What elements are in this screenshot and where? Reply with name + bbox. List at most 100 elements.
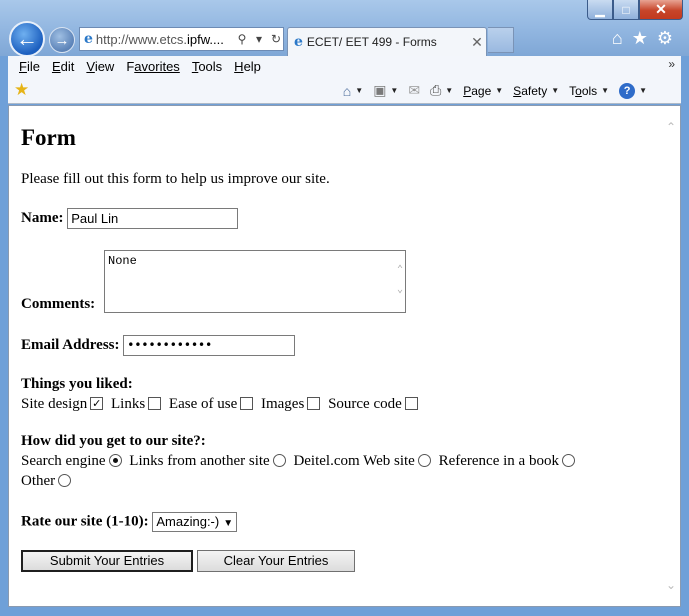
gear-icon[interactable]: ⚙ <box>657 28 673 49</box>
vertical-scrollbar[interactable]: ⌃ ⌄ <box>663 106 680 606</box>
liked-option-label: Links <box>111 396 146 412</box>
menu-favorites[interactable]: Favorites <box>124 56 185 78</box>
address-bar[interactable]: e http://www.etcs.ipfw.... ⚲ ▾ ↻ <box>79 27 284 51</box>
comments-label: Comments: <box>21 296 96 312</box>
scroll-down-icon[interactable]: ⌄ <box>666 578 676 592</box>
rss-dropdown-icon[interactable]: ▼ <box>390 86 398 95</box>
ease-of-use-checkbox[interactable] <box>240 397 254 411</box>
tools-dropdown-icon: ▼ <box>601 86 610 95</box>
help-dropdown-icon[interactable]: ▼ <box>639 86 647 95</box>
intro-text: Please fill out this form to help us imp… <box>21 171 330 187</box>
home-icon[interactable]: ⌂ <box>612 28 623 49</box>
links-from-another-site-radio[interactable] <box>272 454 286 468</box>
how-heading-row: How did you get to our site?: <box>21 433 206 450</box>
how-option-label: Reference in a book <box>438 453 559 469</box>
toolbar-overflow-chevron[interactable]: » <box>668 57 675 71</box>
tab-forms[interactable]: e ECET/ EET 499 - Forms ✕ <box>287 27 487 56</box>
command-bar-buttons: ⌂ ▼ ▣ ▼ ✉ ⎙ ▼ Page ▼ Safety ▼ Tools ▼ ? … <box>343 82 653 99</box>
tab-close-icon[interactable]: ✕ <box>468 34 486 51</box>
back-arrow-icon: ← <box>16 26 38 51</box>
search-icon[interactable]: ⚲ <box>235 32 249 46</box>
url-prefix: http://www.etcs. <box>95 31 187 47</box>
rate-row: Rate our site (1-10): Amazing:-) ▼ <box>21 512 238 532</box>
liked-option-label: Site design <box>21 396 88 412</box>
deitel-web-site-radio[interactable] <box>417 454 431 468</box>
browser-right-icons: ⌂ ★ ⚙ <box>612 28 673 49</box>
back-button[interactable]: ← <box>9 21 45 57</box>
command-bar: ★ ⌂ ▼ ▣ ▼ ✉ ⎙ ▼ Page ▼ Safety ▼ Tools ▼ … <box>8 80 681 102</box>
how-label: How did you get to our site?: <box>21 433 206 449</box>
address-dropdown-icon[interactable]: ▾ <box>252 32 266 46</box>
page-viewport: ⌃ ⌄ Form Please fill out this form to he… <box>8 105 681 607</box>
menu-help[interactable]: Help <box>232 56 267 78</box>
minimize-button[interactable]: ▁ <box>587 0 613 20</box>
submit-button[interactable]: Submit Your Entries <box>21 550 193 572</box>
email-input[interactable]: •••••••••••• <box>123 335 296 356</box>
url-domain: ipfw.... <box>186 31 224 47</box>
comments-textarea[interactable]: None ⌃ ⌄ <box>104 250 406 313</box>
liked-options-row: Site design ✓ Links Ease of use Images So… <box>21 396 422 413</box>
page-menu-button[interactable]: Page <box>463 84 491 98</box>
forward-button[interactable]: → <box>49 27 75 53</box>
page-dropdown-icon: ▼ <box>495 86 504 95</box>
name-row: Name: Paul Lin <box>21 208 239 229</box>
links-checkbox[interactable] <box>148 397 162 411</box>
chevron-down-icon: ▼ <box>223 518 234 529</box>
tools-menu-button[interactable]: Tools <box>569 84 597 98</box>
menu-bar: File Edit View Favorites Tools Help <box>8 56 271 78</box>
browser-toolbar: File Edit View Favorites Tools Help » ★ … <box>8 56 681 104</box>
window-titlebar: ▁ □ ✕ ← → e http://www.etcs.ipfw.... ⚲ ▾… <box>0 0 689 57</box>
search-engine-radio[interactable] <box>108 454 122 468</box>
menu-tools[interactable]: Tools <box>190 56 228 78</box>
how-option-label: Search engine <box>21 453 106 469</box>
scroll-up-icon[interactable]: ⌃ <box>666 120 676 134</box>
mail-icon[interactable]: ✉ <box>408 82 420 99</box>
menu-edit[interactable]: Edit <box>50 56 80 78</box>
star-icon[interactable]: ★ <box>632 28 648 49</box>
how-option-label: Other <box>21 473 56 489</box>
comments-label-row: Comments: <box>21 296 95 313</box>
new-tab-button[interactable] <box>488 27 514 53</box>
printer-icon[interactable]: ⎙ <box>430 82 441 99</box>
refresh-icon[interactable]: ↻ <box>269 32 283 46</box>
name-label: Name: <box>21 209 64 226</box>
source-code-checkbox[interactable] <box>404 397 418 411</box>
home-icon[interactable]: ⌂ <box>343 83 351 99</box>
how-options-row-1: Search engine Links from another site De… <box>21 453 579 470</box>
comments-value: None <box>108 254 137 268</box>
favorites-bar-star-icon[interactable]: ★ <box>14 80 29 100</box>
rss-icon[interactable]: ▣ <box>373 82 386 99</box>
home-dropdown-icon[interactable]: ▼ <box>355 86 363 95</box>
textarea-scroll-arrows-icon[interactable]: ⌃ ⌄ <box>397 261 403 301</box>
safety-dropdown-icon: ▼ <box>551 86 560 95</box>
help-icon[interactable]: ? <box>619 82 636 99</box>
images-checkbox[interactable] <box>307 397 321 411</box>
reference-in-book-radio[interactable] <box>561 454 575 468</box>
print-dropdown-icon[interactable]: ▼ <box>445 86 453 95</box>
how-options-row-2: Other <box>21 473 75 490</box>
clear-button[interactable]: Clear Your Entries <box>197 550 355 572</box>
liked-option-label: Ease of use <box>168 396 238 412</box>
name-input[interactable]: Paul Lin <box>67 208 239 229</box>
site-design-checkbox[interactable]: ✓ <box>90 397 104 411</box>
email-row: Email Address: •••••••••••• <box>21 335 296 356</box>
rating-value: Amazing:-) <box>156 514 220 529</box>
other-radio[interactable] <box>58 474 72 488</box>
form-page: Form Please fill out this form to help u… <box>21 106 661 532</box>
email-label: Email Address: <box>21 336 120 353</box>
ie-tab-icon: e <box>294 34 303 50</box>
liked-option-label: Source code <box>328 396 402 412</box>
forward-arrow-icon: → <box>54 31 70 49</box>
menu-view[interactable]: View <box>84 56 120 78</box>
address-url[interactable]: http://www.etcs.ipfw.... <box>96 32 232 47</box>
close-window-button[interactable]: ✕ <box>639 0 683 20</box>
maximize-button[interactable]: □ <box>613 0 639 20</box>
how-option-label: Links from another site <box>129 453 270 469</box>
rate-label: Rate our site (1-10): <box>21 513 149 530</box>
rating-select[interactable]: Amazing:-) ▼ <box>152 512 238 532</box>
menu-file[interactable]: File <box>17 56 46 78</box>
tab-title: ECET/ EET 499 - Forms <box>306 35 437 49</box>
liked-option-label: Images <box>260 396 305 412</box>
safety-menu-button[interactable]: Safety <box>513 84 547 98</box>
liked-label: Things you liked: <box>21 376 133 392</box>
